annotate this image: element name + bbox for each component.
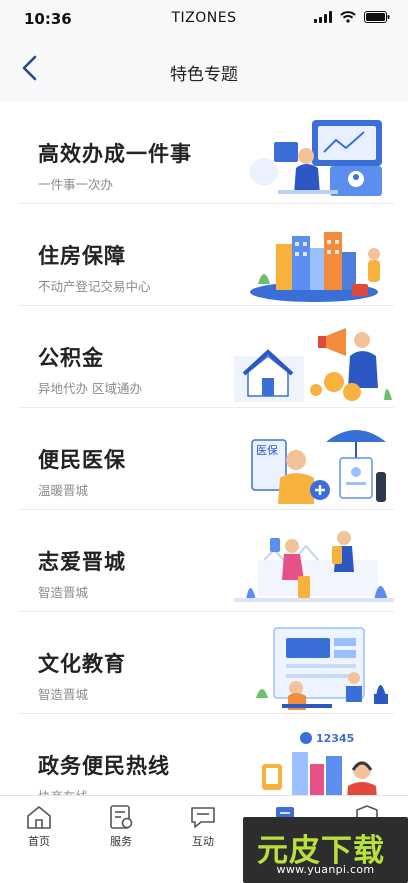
topic-card-efficient[interactable]: 高效办成一件事 一件事一次办 (18, 102, 394, 204)
status-icons (314, 11, 390, 23)
topic-subtitle: 不动产登记交易中心 (38, 279, 151, 294)
topic-card-hotline[interactable]: 政务便民热线 协商在线 12345 (18, 714, 394, 795)
topic-title: 文化教育 (38, 652, 126, 676)
signal-icon (314, 11, 332, 23)
topic-subtitle: 协商在线 (38, 786, 88, 795)
medical-insurance-illustration: 医保 (234, 418, 394, 508)
topic-title: 高效办成一件事 (38, 142, 192, 166)
hotline-illustration: 12345 (234, 724, 394, 795)
tab-label: 首页 (28, 835, 50, 848)
status-bar: 10:36 TIZONES (0, 0, 408, 38)
topic-title: 公积金 (38, 346, 104, 370)
topic-card-volunteer[interactable]: 志爱晋城 智造晋城 (18, 510, 394, 612)
topic-subtitle: 温暖晋城 (38, 483, 89, 498)
culture-education-illustration (234, 622, 394, 712)
topic-title: 便民医保 (38, 448, 126, 472)
topic-subtitle: 异地代办 区域通办 (38, 381, 142, 396)
battery-icon (364, 11, 390, 23)
chat-icon (191, 807, 215, 828)
page-title: 特色专题 (170, 65, 238, 85)
topic-title: 政务便民热线 (38, 754, 170, 778)
medical-insurance-label: 医保 (256, 443, 278, 457)
tab-label: 服务 (110, 835, 132, 848)
service-doc-icon (110, 805, 133, 829)
topic-card-provident-fund[interactable]: 公积金 异地代办 区域通办 (18, 306, 394, 408)
provident-fund-illustration (234, 316, 394, 406)
topic-title: 住房保障 (38, 244, 126, 268)
office-worker-illustration (234, 112, 394, 202)
topic-subtitle: 智造晋城 (38, 687, 89, 702)
topic-card-medical-insurance[interactable]: 便民医保 温暖晋城 医保 (18, 408, 394, 510)
tab-label: 互动 (192, 835, 214, 848)
hotline-number-label: 12345 (316, 732, 354, 745)
tab-home[interactable]: 首页 (4, 804, 74, 854)
topic-title: 志爱晋城 (38, 550, 126, 574)
tab-interact[interactable]: 互动 (168, 804, 238, 854)
topic-card-housing[interactable]: 住房保障 不动产登记交易中心 (18, 204, 394, 306)
tab-service[interactable]: 服务 (86, 804, 156, 854)
topic-subtitle: 一件事一次办 (38, 177, 114, 192)
watermark: 元皮下载 www.yuanpi.com (243, 817, 408, 883)
housing-buildings-illustration (234, 214, 394, 304)
home-icon (27, 806, 51, 829)
watermark-url: www.yuanpi.com (276, 863, 375, 876)
topic-card-culture-education[interactable]: 文化教育 智造晋城 (18, 612, 394, 714)
topic-list: 高效办成一件事 一件事一次办 住房保障 不动产登记交易中心 公积金 异地代办 区… (0, 102, 408, 795)
wifi-icon (340, 11, 356, 23)
volunteer-travel-illustration (234, 520, 394, 610)
nav-bar: 特色专题 (0, 38, 408, 102)
topic-subtitle: 智造晋城 (38, 585, 89, 600)
